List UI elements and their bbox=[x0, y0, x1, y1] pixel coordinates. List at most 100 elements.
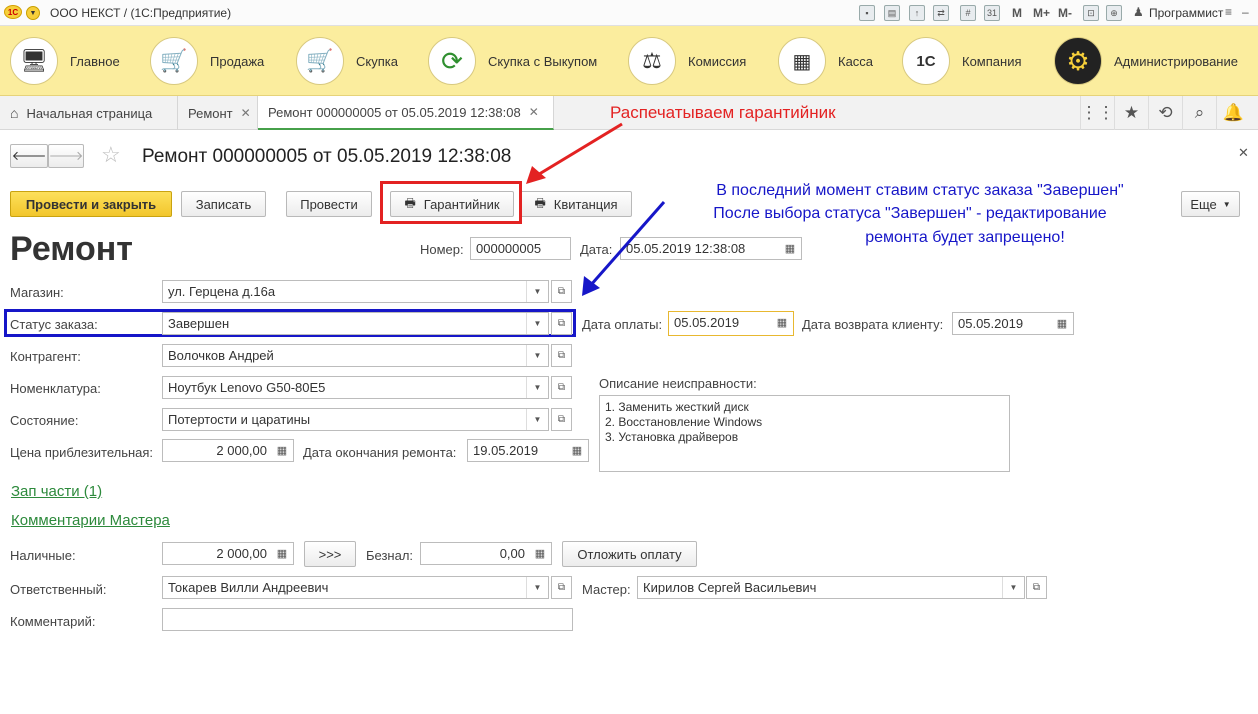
section-company[interactable]: 1С Компания bbox=[902, 26, 1022, 96]
zoom-icon[interactable]: ⊕ bbox=[1106, 5, 1122, 21]
dropdown-arrow-icon[interactable]: ▼ bbox=[526, 409, 548, 430]
save-button[interactable]: Записать bbox=[181, 191, 266, 217]
close-icon[interactable]: ✕ bbox=[529, 105, 539, 119]
calendar-icon[interactable]: ▦ bbox=[566, 440, 588, 461]
cash-register-icon: ▦ bbox=[778, 37, 826, 85]
noncash-field[interactable]: 0,00 ▦ bbox=[420, 542, 552, 565]
open-status-icon[interactable]: ⧉ bbox=[551, 312, 572, 335]
user-icon: ♟ bbox=[1133, 5, 1144, 19]
master-value: Кирилов Сергей Васильевич bbox=[643, 580, 817, 595]
number-field[interactable]: 000000005 bbox=[470, 237, 571, 260]
minimize-icon[interactable]: ‒ bbox=[1242, 5, 1249, 19]
post-and-close-button[interactable]: Провести и закрыть bbox=[10, 191, 172, 217]
spare-parts-link[interactable]: Зап части (1) bbox=[11, 483, 102, 500]
section-main[interactable]: 🖥 Главное bbox=[10, 26, 120, 96]
dropdown-arrow-icon[interactable]: ▼ bbox=[526, 577, 548, 598]
transfer-button[interactable]: >>> bbox=[304, 541, 356, 567]
blue-arrow-icon bbox=[582, 201, 666, 296]
price-field[interactable]: 2 000,00 ▦ bbox=[162, 439, 294, 462]
section-buyup-redeem[interactable]: ⟳ Скупка с Выкупом bbox=[428, 26, 597, 96]
user-name[interactable]: Программист bbox=[1149, 6, 1223, 20]
more-label: Еще bbox=[1190, 196, 1217, 212]
dropdown-arrow-icon[interactable]: ▼ bbox=[526, 313, 548, 334]
favorites-star-icon[interactable]: ★ bbox=[1114, 96, 1148, 130]
open-responsible-icon[interactable]: ⧉ bbox=[551, 576, 572, 599]
defect-label: Описание неисправности: bbox=[599, 376, 757, 391]
memory-m-button[interactable]: M bbox=[1012, 6, 1022, 20]
red-arrow-icon bbox=[526, 122, 623, 184]
calculator-icon[interactable]: # bbox=[960, 5, 976, 21]
status-value: Завершен bbox=[168, 316, 230, 331]
open-condition-icon[interactable]: ⧉ bbox=[551, 408, 572, 431]
main-menu-icon[interactable]: ▼ bbox=[26, 6, 40, 20]
forward-button[interactable]: 🡒 bbox=[48, 144, 84, 168]
open-master-icon[interactable]: ⧉ bbox=[1026, 576, 1047, 599]
blue-annotation-line-2: После выбора статуса "Завершен" - редакт… bbox=[713, 205, 1107, 222]
section-label: Администрирование bbox=[1114, 53, 1238, 69]
memory-plus-button[interactable]: M+ bbox=[1033, 6, 1050, 20]
upload-icon[interactable]: ↑ bbox=[909, 5, 925, 21]
grid-menu-icon[interactable]: ⋮⋮ bbox=[1080, 96, 1115, 130]
section-commission[interactable]: ⚖ Комиссия bbox=[628, 26, 746, 96]
calendar-icon[interactable]: 31 bbox=[984, 5, 1000, 21]
payment-date-field[interactable]: 05.05.2019 ▦ bbox=[668, 311, 794, 336]
responsible-field[interactable]: Токарев Вилли Андреевич ▼ bbox=[162, 576, 549, 599]
defer-payment-button[interactable]: Отложить оплату bbox=[562, 541, 697, 567]
sections-panel: 🖥 Главное 🛒 Продажа 🛒 Скупка ⟳ Скупка с … bbox=[0, 26, 1258, 96]
history-icon[interactable]: ⟲ bbox=[1148, 96, 1182, 130]
tab-home[interactable]: ⌂ Начальная страница bbox=[0, 96, 178, 130]
responsible-label: Ответственный: bbox=[10, 582, 107, 597]
dropdown-arrow-icon[interactable]: ▼ bbox=[526, 345, 548, 366]
dropdown-arrow-icon[interactable]: ▼ bbox=[526, 281, 548, 302]
dropdown-arrow-icon[interactable]: ▼ bbox=[1002, 577, 1024, 598]
link-icon[interactable]: ⇄ bbox=[933, 5, 949, 21]
warranty-highlight-frame bbox=[380, 181, 522, 224]
search-icon[interactable]: ⌕ bbox=[1182, 96, 1216, 130]
master-label: Мастер: bbox=[582, 582, 631, 597]
calculator-icon[interactable]: ▦ bbox=[271, 543, 293, 564]
fullscreen-icon[interactable]: ⊡ bbox=[1083, 5, 1099, 21]
section-admin[interactable]: ⚙ Администрирование bbox=[1054, 26, 1238, 96]
calendar-icon[interactable]: ▦ bbox=[771, 312, 793, 333]
counterparty-field[interactable]: Волочков Андрей ▼ bbox=[162, 344, 549, 367]
condition-field[interactable]: Потертости и царатины ▼ bbox=[162, 408, 549, 431]
end-date-field[interactable]: 19.05.2019 ▦ bbox=[467, 439, 589, 462]
master-comments-link[interactable]: Комментарии Мастера bbox=[11, 512, 170, 529]
post-button[interactable]: Провести bbox=[286, 191, 372, 217]
cash-field[interactable]: 2 000,00 ▦ bbox=[162, 542, 294, 565]
calculator-icon[interactable]: ▦ bbox=[529, 543, 551, 564]
section-buyup[interactable]: 🛒 Скупка bbox=[296, 26, 398, 96]
calculator-icon[interactable]: ▦ bbox=[271, 440, 293, 461]
print-icon[interactable]: ▤ bbox=[884, 5, 900, 21]
1c-logo-icon: 1С bbox=[902, 37, 950, 85]
master-field[interactable]: Кирилов Сергей Васильевич ▼ bbox=[637, 576, 1025, 599]
section-cash[interactable]: ▦ Касса bbox=[778, 26, 873, 96]
section-sales[interactable]: 🛒 Продажа bbox=[150, 26, 264, 96]
price-value: 2 000,00 bbox=[216, 443, 267, 458]
status-label: Статус заказа: bbox=[10, 317, 98, 332]
open-item-icon[interactable]: ⧉ bbox=[551, 376, 572, 399]
calendar-icon[interactable]: ▦ bbox=[1051, 313, 1073, 334]
open-counterparty-icon[interactable]: ⧉ bbox=[551, 344, 572, 367]
item-field[interactable]: Ноутбук Lenovo G50-80E5 ▼ bbox=[162, 376, 549, 399]
gears-icon: ⚙ bbox=[1054, 37, 1102, 85]
back-button[interactable]: 🡐 bbox=[10, 144, 48, 168]
dropdown-arrow-icon[interactable]: ▼ bbox=[526, 377, 548, 398]
close-icon[interactable]: ✕ bbox=[241, 106, 251, 120]
tab-repair-list[interactable]: Ремонт ✕ bbox=[178, 96, 258, 130]
defect-description-textarea[interactable]: 1. Заменить жесткий диск 2. Восстановлен… bbox=[599, 395, 1010, 472]
memory-minus-button[interactable]: M- bbox=[1058, 6, 1072, 20]
noncash-value: 0,00 bbox=[499, 546, 525, 561]
open-store-icon[interactable]: ⧉ bbox=[551, 280, 572, 303]
page-heading: Ремонт bbox=[10, 230, 133, 268]
tab-label: Ремонт bbox=[188, 105, 233, 121]
favorite-star-icon[interactable]: ☆ bbox=[101, 142, 121, 168]
menu-icon[interactable]: ≡ bbox=[1225, 5, 1232, 19]
store-field[interactable]: ул. Герцена д.16а ▼ bbox=[162, 280, 549, 303]
return-date-field[interactable]: 05.05.2019 ▦ bbox=[952, 312, 1074, 335]
comment-field[interactable] bbox=[162, 608, 573, 631]
notifications-bell-icon[interactable]: 🔔 bbox=[1216, 96, 1250, 130]
order-status-field[interactable]: Завершен ▼ bbox=[162, 312, 549, 335]
save-icon[interactable]: ▪ bbox=[859, 5, 875, 21]
close-form-icon[interactable]: ✕ bbox=[1238, 145, 1249, 161]
